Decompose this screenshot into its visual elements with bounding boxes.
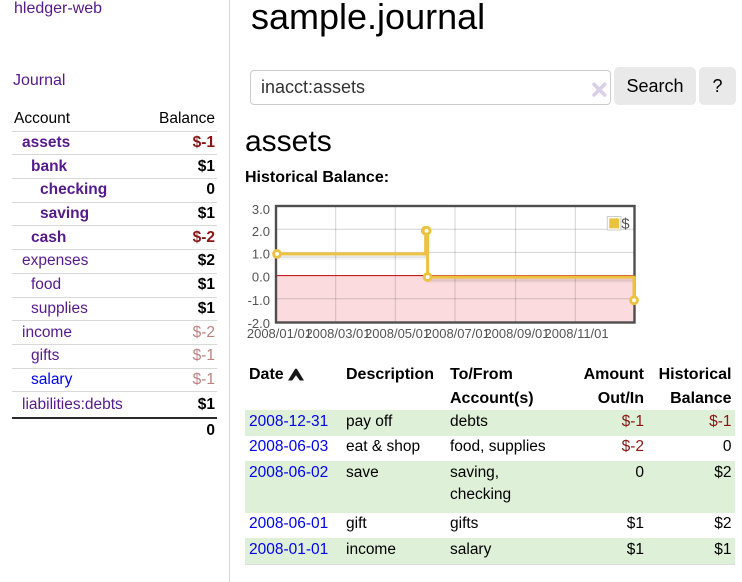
svg-text:3.0: 3.0: [252, 202, 270, 217]
svg-text:$: $: [621, 216, 630, 233]
svg-text:2008/07/01: 2008/07/01: [425, 326, 490, 341]
svg-text:1.0: 1.0: [252, 246, 270, 261]
svg-text:-1.0: -1.0: [248, 293, 270, 308]
svg-text:2008/09/01: 2008/09/01: [484, 326, 549, 341]
svg-text:0.0: 0.0: [252, 270, 270, 285]
svg-text:2008/03/01: 2008/03/01: [305, 326, 370, 341]
svg-text:2008/01/01: 2008/01/01: [247, 326, 312, 341]
svg-text:2008/11/01: 2008/11/01: [545, 326, 609, 341]
svg-text:2008/05/01: 2008/05/01: [365, 326, 430, 341]
svg-text:2.0: 2.0: [252, 224, 270, 239]
